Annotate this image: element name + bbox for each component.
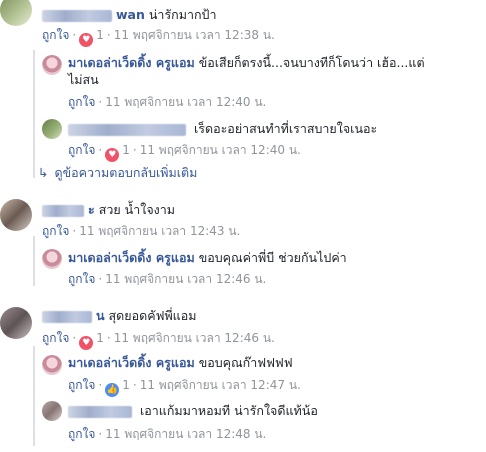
commenter-name-blurred[interactable] <box>42 9 112 22</box>
avatar[interactable] <box>42 119 62 139</box>
reaction-count[interactable]: 1 <box>122 143 130 157</box>
commenter-name[interactable]: มาเดอล่าเว็ดดิ้ง ครูแอม <box>68 55 195 70</box>
commenter-name-blurred[interactable] <box>68 123 186 136</box>
comment-body: เอาแก้มมาหอมที น่ารักใจดีแท้น้อ <box>139 403 318 418</box>
heart-reaction-icon[interactable]: ♥ <box>105 148 120 162</box>
comment-meta: ถูกใจ · ♥ 1 · 11 พฤศจิกายน เวลา 12:38 น. <box>42 28 275 47</box>
thread-line <box>33 236 35 286</box>
comment-meta: ถูกใจ · 11 พฤศจิกายน เวลา 12:43 น. <box>42 224 241 238</box>
avatar[interactable] <box>0 307 32 339</box>
comment-meta: ถูกใจ · ♥ 1 · 11 พฤศจิกายน เวลา 12:46 น. <box>42 331 275 350</box>
comment-text: มาเดอล่าเว็ดดิ้ง ครูแอม ขอบคุณค่าพี่บี ช… <box>68 250 347 266</box>
comment-text: น สุดยอดคัฟพี่แอม <box>42 308 196 324</box>
commenter-name[interactable]: มาเดอล่าเว็ดดิ้ง ครูแอม <box>68 250 195 265</box>
like-link[interactable]: ถูกใจ <box>68 95 95 109</box>
commenter-name-blurred[interactable] <box>42 310 92 323</box>
timestamp[interactable]: 11 พฤศจิกายน เวลา 12:40 น. <box>105 95 266 109</box>
reaction-count[interactable]: 1 <box>122 378 130 392</box>
comment-body-continued: ไม่สน <box>68 72 99 87</box>
comment-text: wan น่ารักมากป้า <box>42 7 217 23</box>
comment-text: เอาแก้มมาหอมที น่ารักใจดีแท้น้อ <box>68 403 318 419</box>
comment-body: เร็ดอะอย่าสนทำที่เราสบายใจเนอะ <box>193 121 378 136</box>
comment-text: เร็ดอะอย่าสนทำที่เราสบายใจเนอะ <box>68 121 377 137</box>
avatar[interactable] <box>42 249 62 269</box>
comment-text: ะ สวย น้ำใจงาม <box>42 202 175 218</box>
commenter-name[interactable]: มาเดอล่าเว็ดดิ้ง ครูแอม <box>68 355 195 370</box>
commenter-name[interactable]: น <box>96 308 105 323</box>
like-link[interactable]: ถูกใจ <box>42 331 69 345</box>
avatar[interactable] <box>0 199 32 231</box>
like-link[interactable]: ถูกใจ <box>68 427 95 441</box>
thread-line <box>33 346 35 446</box>
comment-meta: ถูกใจ · 11 พฤศจิกายน เวลา 12:48 น. <box>68 427 267 441</box>
timestamp[interactable]: 11 พฤศจิกายน เวลา 12:43 น. <box>79 224 240 238</box>
comment-body: ขอบคุณค่าพี่บี ช่วยกันไปค่า <box>198 250 347 265</box>
like-link[interactable]: ถูกใจ <box>68 272 95 286</box>
comment-body: น่ารักมากป้า <box>148 7 217 22</box>
commenter-name[interactable]: ะ <box>88 202 95 217</box>
timestamp[interactable]: 11 พฤศจิกายน เวลา 12:46 น. <box>105 272 266 286</box>
reaction-count[interactable]: 1 <box>96 28 104 42</box>
thread-line <box>33 50 35 178</box>
comment-body: ขอบคุณก๊าฟฟฟฟ <box>198 355 293 370</box>
heart-reaction-icon[interactable]: ♥ <box>79 33 94 47</box>
like-link[interactable]: ถูกใจ <box>68 143 95 157</box>
comment-body: สุดยอดคัฟพี่แอม <box>108 308 197 323</box>
comment-text: มาเดอล่าเว็ดดิ้ง ครูแอม ขอบคุณก๊าฟฟฟฟ <box>68 355 293 371</box>
comment-body: สวย น้ำใจงาม <box>98 202 176 217</box>
like-reaction-icon[interactable]: 👍 <box>105 383 120 397</box>
heart-reaction-icon[interactable]: ♥ <box>79 336 94 350</box>
like-link[interactable]: ถูกใจ <box>42 224 69 238</box>
timestamp[interactable]: 11 พฤศจิกายน เวลา 12:46 น. <box>114 331 275 345</box>
view-more-replies-link[interactable]: ↳ ดูข้อความตอบกลับเพิ่มเติม <box>38 165 197 181</box>
avatar[interactable] <box>42 55 62 75</box>
timestamp[interactable]: 11 พฤศจิกายน เวลา 12:48 น. <box>105 427 266 441</box>
timestamp[interactable]: 11 พฤศจิกายน เวลา 12:38 น. <box>114 28 275 42</box>
comment-meta: ถูกใจ · ♥ 1 · 11 พฤศจิกายน เวลา 12:40 น. <box>68 143 301 162</box>
like-link[interactable]: ถูกใจ <box>42 28 69 42</box>
avatar[interactable] <box>0 0 32 26</box>
commenter-name-blurred[interactable] <box>68 405 132 418</box>
avatar[interactable] <box>42 355 62 375</box>
comment-body: ข้อเสียก็ตรงนี้...จนบางทีก็โดนว่า เฮ้อ..… <box>198 55 425 70</box>
comment-meta: ถูกใจ · 👍 1 · 11 พฤศจิกายน เวลา 12:47 น. <box>68 378 301 397</box>
comment-meta: ถูกใจ · 11 พฤศจิกายน เวลา 12:46 น. <box>68 272 267 286</box>
reply-arrow-icon: ↳ <box>38 165 49 180</box>
comment-meta: ถูกใจ · 11 พฤศจิกายน เวลา 12:40 น. <box>68 95 267 109</box>
timestamp[interactable]: 11 พฤศจิกายน เวลา 12:40 น. <box>140 143 301 157</box>
comment-text: มาเดอล่าเว็ดดิ้ง ครูแอม ข้อเสียก็ตรงนี้.… <box>68 55 425 71</box>
timestamp[interactable]: 11 พฤศจิกายน เวลา 12:47 น. <box>140 378 301 392</box>
commenter-name-blurred[interactable] <box>42 204 84 217</box>
avatar[interactable] <box>42 401 62 421</box>
like-link[interactable]: ถูกใจ <box>68 378 95 392</box>
reaction-count[interactable]: 1 <box>96 331 104 345</box>
commenter-name[interactable]: wan <box>116 7 145 22</box>
